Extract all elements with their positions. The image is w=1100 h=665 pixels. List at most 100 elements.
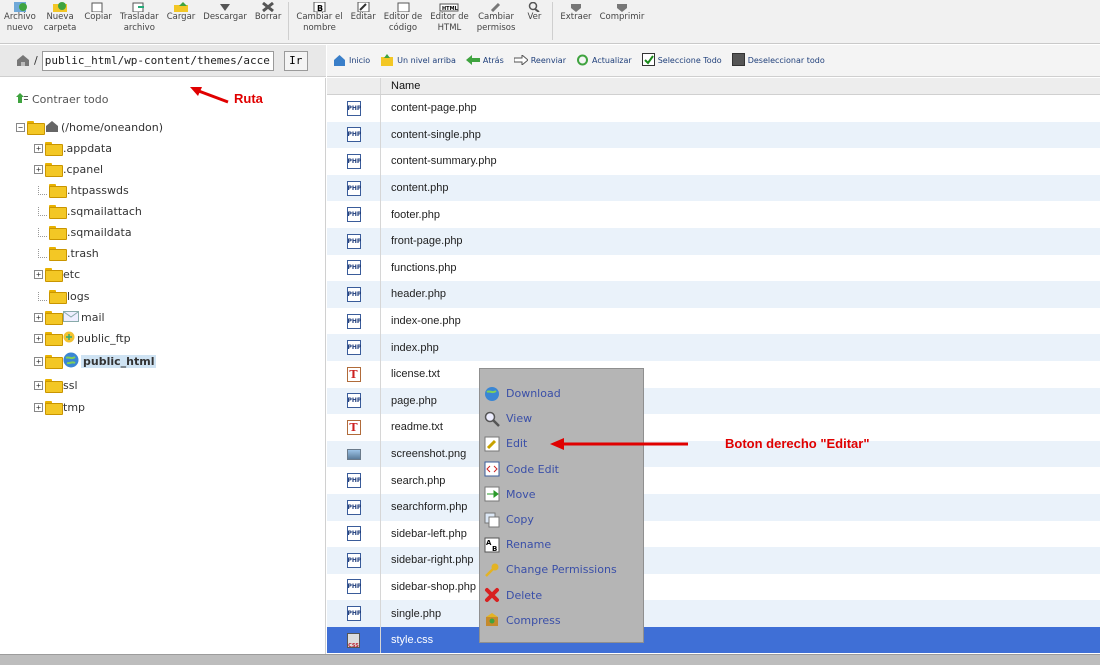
menu-item-rename[interactable]: AB Rename: [480, 532, 643, 557]
delete-label: Borrar: [254, 12, 282, 22]
table-row[interactable]: PHP index.php: [327, 334, 1100, 361]
download-button[interactable]: Descargar: [199, 0, 251, 23]
tree-node[interactable]: + ssl: [34, 376, 78, 394]
expand-toggle-icon[interactable]: +: [34, 269, 43, 279]
table-row[interactable]: PHP search.php: [327, 467, 1100, 494]
new-file-button[interactable]: Archivo nuevo: [0, 0, 40, 34]
upload-button[interactable]: Cargar: [163, 0, 200, 23]
go-button[interactable]: Ir: [283, 50, 308, 71]
expand-toggle-icon[interactable]: +: [34, 356, 43, 366]
tree-node-selected[interactable]: + public_html: [34, 352, 157, 370]
tree-node[interactable]: logs: [38, 287, 90, 305]
expand-toggle-icon[interactable]: +: [34, 333, 43, 343]
delete-button[interactable]: Borrar: [251, 0, 286, 23]
table-row[interactable]: PHP front-page.php: [327, 227, 1100, 255]
deselect-all-button[interactable]: Deseleccionar todo: [731, 53, 825, 68]
folder-icon: [49, 226, 67, 240]
code-editor-icon: [392, 0, 414, 12]
toolbar-divider: [288, 2, 290, 40]
forward-button[interactable]: Reenviar: [513, 53, 566, 67]
table-row[interactable]: Treadme.txt: [327, 414, 1100, 441]
table-row[interactable]: PHP functions.php: [327, 254, 1100, 282]
file-name: sidebar-left.php: [391, 527, 467, 540]
tree-node[interactable]: .sqmaildata: [38, 223, 132, 241]
expand-toggle-icon[interactable]: +: [34, 402, 43, 412]
table-row[interactable]: PHP footer.php: [327, 201, 1100, 228]
expand-toggle-icon[interactable]: +: [34, 143, 43, 153]
red-arrow-icon: [190, 87, 229, 104]
menu-item-copy[interactable]: Copy: [480, 507, 643, 532]
compress-button[interactable]: Comprimir: [596, 0, 649, 23]
path-input[interactable]: [41, 50, 274, 71]
extract-button[interactable]: Extraer: [556, 0, 595, 23]
folder-icon: [45, 379, 63, 393]
pencil-icon: [484, 436, 500, 452]
tree-node[interactable]: + mail: [34, 308, 105, 326]
table-row[interactable]: PHP content-single.php: [327, 121, 1100, 149]
table-row[interactable]: PHP index-one.php: [327, 307, 1100, 335]
menu-item-change-permissions[interactable]: Change Permissions: [480, 557, 643, 582]
tree-node[interactable]: .sqmailattach: [38, 202, 142, 220]
menu-item-move[interactable]: Move: [480, 482, 643, 507]
tree-node-label: .sqmaildata: [67, 225, 132, 239]
table-row[interactable]: PHP page.php: [327, 387, 1100, 415]
expand-toggle-icon[interactable]: +: [34, 380, 43, 390]
table-row[interactable]: PHP searchform.php: [327, 493, 1100, 521]
table-row[interactable]: PHP content-page.php: [327, 95, 1100, 122]
tree-node[interactable]: + etc: [34, 265, 80, 283]
rename-label: Cambiar el nombre: [296, 12, 343, 33]
table-row[interactable]: PHP content.php: [327, 174, 1100, 202]
menu-item-delete[interactable]: Delete: [480, 583, 643, 608]
home-label: Inicio: [349, 56, 371, 65]
collapse-all-button[interactable]: Contraer todo: [16, 93, 109, 106]
table-row[interactable]: PHP single.php: [327, 600, 1100, 627]
table-row[interactable]: PHP content-summary.php: [327, 148, 1100, 175]
menu-item-download[interactable]: Download: [480, 381, 643, 406]
tree-node-label: .appdata: [63, 141, 112, 155]
home-button[interactable]: Inicio: [333, 54, 370, 68]
tree-node[interactable]: .trash: [38, 244, 99, 262]
folder-icon: [45, 142, 63, 156]
tree-node[interactable]: + .cpanel: [34, 160, 103, 178]
expand-toggle-icon[interactable]: +: [34, 164, 43, 174]
tree-node[interactable]: + tmp: [34, 398, 85, 416]
tree-node-label: .trash: [67, 246, 99, 260]
edit-button[interactable]: Editar: [347, 0, 380, 23]
change-permissions-button[interactable]: Cambiar permisos: [473, 0, 520, 34]
tree-node[interactable]: + .appdata: [34, 139, 112, 157]
back-button[interactable]: Atrás: [465, 54, 504, 67]
table-row-selected[interactable]: CSS style.css: [327, 626, 1100, 654]
name-column-header[interactable]: Name: [381, 78, 1100, 94]
menu-item-code-edit[interactable]: Code Edit: [480, 457, 643, 482]
menu-item-view[interactable]: View: [480, 406, 643, 431]
up-one-level-button[interactable]: Un nivel arriba: [380, 53, 456, 68]
expand-toggle-icon[interactable]: +: [34, 312, 43, 322]
tree-node[interactable]: + public_ftp: [34, 329, 131, 347]
tree-root[interactable]: − (/home/oneandon): [16, 118, 163, 136]
table-row[interactable]: Tlicense.txt: [327, 360, 1100, 388]
new-folder-button[interactable]: Nueva carpeta: [40, 0, 81, 34]
table-row[interactable]: PHP header.php: [327, 281, 1100, 308]
tree-node[interactable]: .htpasswds: [38, 181, 129, 199]
menu-item-label: Compress: [506, 613, 561, 627]
refresh-button[interactable]: Actualizar: [576, 54, 632, 68]
select-all-button[interactable]: Seleccione Todo: [641, 53, 722, 68]
move-file-button[interactable]: Trasladar archivo: [116, 0, 163, 34]
view-button[interactable]: Ver: [519, 0, 549, 23]
navigation-bar: Inicio Un nivel arriba Atrás Reenviar Ac…: [327, 45, 1100, 77]
extract-label: Extraer: [560, 12, 592, 22]
collapse-toggle-icon[interactable]: −: [16, 122, 25, 132]
menu-item-compress[interactable]: Compress: [480, 608, 643, 633]
rename-button[interactable]: B Cambiar el nombre: [292, 0, 346, 34]
html-editor-icon: HTML: [438, 0, 460, 12]
html-editor-button[interactable]: HTML Editor de HTML: [426, 0, 472, 34]
status-bar: [0, 654, 1100, 665]
file-name: content-single.php: [391, 128, 481, 141]
copy-button[interactable]: Copiar: [80, 0, 116, 23]
table-row[interactable]: screenshot.png: [327, 440, 1100, 468]
table-row[interactable]: PHP sidebar-left.php: [327, 520, 1100, 548]
table-row[interactable]: PHP sidebar-shop.php: [327, 573, 1100, 601]
table-row[interactable]: PHP sidebar-right.php: [327, 547, 1100, 574]
code-editor-button[interactable]: Editor de código: [380, 0, 426, 34]
extract-icon: [565, 0, 587, 12]
